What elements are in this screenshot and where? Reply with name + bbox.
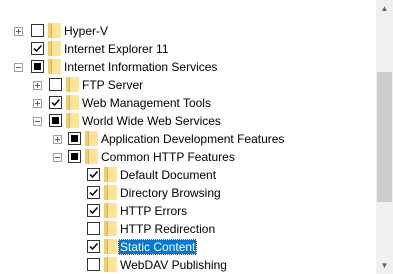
tree-item-label: Common HTTP Features bbox=[101, 150, 235, 164]
folder-icon bbox=[66, 77, 79, 92]
tree-item-label: HTTP Redirection bbox=[120, 222, 216, 236]
checkbox-ftp-server[interactable] bbox=[49, 78, 62, 91]
checkmark-icon bbox=[89, 188, 99, 197]
vertical-scrollbar[interactable]: ▲ ▼ bbox=[376, 0, 393, 274]
scroll-up-arrow-icon[interactable]: ▲ bbox=[376, 0, 393, 17]
checkbox-hyper-v[interactable] bbox=[31, 24, 44, 37]
checkbox-default-document[interactable] bbox=[87, 168, 100, 181]
checkbox-common-http-features[interactable] bbox=[68, 150, 81, 163]
checkbox-http-redirection[interactable] bbox=[87, 222, 100, 235]
folder-icon bbox=[48, 59, 61, 74]
tree-item-hyper-v[interactable]: Hyper-V bbox=[0, 22, 376, 40]
checkmark-icon bbox=[89, 242, 99, 251]
scrollbar-thumb[interactable] bbox=[377, 72, 392, 202]
tree-item-directory-browsing[interactable]: Directory Browsing bbox=[0, 184, 376, 202]
expand-plus-icon[interactable] bbox=[53, 135, 62, 144]
checkbox-webdav-publishing[interactable] bbox=[87, 258, 100, 271]
tree-item-webdav-publishing[interactable]: WebDAV Publishing bbox=[0, 256, 376, 274]
tree-item-app-dev-features[interactable]: Application Development Features bbox=[0, 130, 376, 148]
checkbox-http-errors[interactable] bbox=[87, 204, 100, 217]
tree-item-web-management-tools[interactable]: Web Management Tools bbox=[0, 94, 376, 112]
checkbox-app-dev-features[interactable] bbox=[68, 132, 81, 145]
folder-icon bbox=[66, 113, 79, 128]
tree-item-label: Default Document bbox=[120, 168, 217, 182]
folder-icon bbox=[48, 23, 61, 38]
tree-item-http-errors[interactable]: HTTP Errors bbox=[0, 202, 376, 220]
tree-item-label: Internet Explorer 11 bbox=[64, 42, 169, 56]
folder-icon bbox=[85, 131, 98, 146]
folder-icon bbox=[104, 185, 117, 200]
tree-item-ftp-server[interactable]: FTP Server bbox=[0, 76, 376, 94]
tree-item-label: WebDAV Publishing bbox=[120, 258, 227, 272]
tree-item-www-services[interactable]: World Wide Web Services bbox=[0, 112, 376, 130]
checkmark-icon bbox=[89, 206, 99, 215]
folder-icon bbox=[48, 41, 61, 56]
tree-item-label: World Wide Web Services bbox=[82, 114, 221, 128]
folder-icon bbox=[85, 149, 98, 164]
tree-item-label: Hyper-V bbox=[64, 24, 109, 38]
scroll-down-arrow-icon[interactable]: ▼ bbox=[376, 257, 393, 274]
tree-item-static-content[interactable]: Static Content bbox=[0, 238, 376, 256]
tree-item-label: Internet Information Services bbox=[64, 60, 218, 74]
folder-icon bbox=[104, 257, 117, 272]
tree-item-default-document[interactable]: Default Document bbox=[0, 166, 376, 184]
tree-item-label: FTP Server bbox=[82, 78, 144, 92]
tree-item-label: Web Management Tools bbox=[82, 96, 211, 110]
collapse-minus-icon[interactable] bbox=[33, 117, 42, 126]
checkbox-web-management-tools[interactable] bbox=[49, 96, 62, 109]
checkbox-directory-browsing[interactable] bbox=[87, 186, 100, 199]
collapse-minus-icon[interactable] bbox=[53, 153, 62, 162]
folder-icon bbox=[104, 239, 117, 254]
expand-plus-icon[interactable] bbox=[14, 27, 23, 36]
expand-plus-icon[interactable] bbox=[33, 99, 42, 108]
checkmark-icon bbox=[89, 170, 99, 179]
tree-item-label-selected: Static Content bbox=[118, 239, 198, 255]
checkbox-static-content[interactable] bbox=[87, 240, 100, 253]
expand-plus-icon[interactable] bbox=[33, 81, 42, 90]
tree-item-label: Application Development Features bbox=[101, 132, 285, 146]
checkbox-internet-explorer[interactable] bbox=[31, 42, 44, 55]
tree-item-iis[interactable]: Internet Information Services bbox=[0, 58, 376, 76]
collapse-minus-icon[interactable] bbox=[14, 63, 23, 72]
tree-item-label: HTTP Errors bbox=[120, 204, 188, 218]
tree-item-label: Directory Browsing bbox=[120, 186, 221, 200]
folder-icon bbox=[104, 167, 117, 182]
checkmark-icon bbox=[51, 98, 61, 107]
tree-item-http-redirection[interactable]: HTTP Redirection bbox=[0, 220, 376, 238]
folder-icon bbox=[66, 95, 79, 110]
folder-icon bbox=[104, 203, 117, 218]
tree-item-internet-explorer[interactable]: Internet Explorer 11 bbox=[0, 40, 376, 58]
features-tree: Hyper-V Internet Explorer 11 Internet In… bbox=[0, 0, 376, 274]
folder-icon bbox=[104, 221, 117, 236]
checkbox-iis[interactable] bbox=[31, 60, 44, 73]
checkbox-www-services[interactable] bbox=[49, 114, 62, 127]
checkmark-icon bbox=[33, 44, 43, 53]
tree-item-common-http-features[interactable]: Common HTTP Features bbox=[0, 148, 376, 166]
